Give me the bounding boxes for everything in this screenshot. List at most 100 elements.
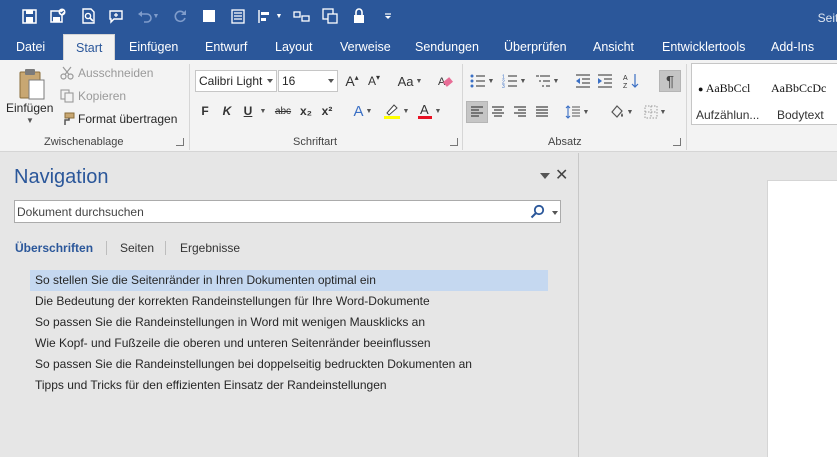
underline-dropdown-icon[interactable]: ▼ [257, 101, 267, 121]
style-name: Aufzählun... [696, 108, 760, 122]
cut-icon[interactable] [58, 65, 76, 81]
tab-headings[interactable]: Überschriften [15, 241, 93, 255]
format-painter-button[interactable]: Format übertragen [78, 112, 177, 126]
italic-button[interactable]: K [220, 101, 234, 121]
clipboard-launcher-icon[interactable] [176, 138, 184, 146]
format-painter-icon[interactable] [58, 111, 76, 127]
save-as-icon[interactable] [48, 6, 68, 26]
group-divider [189, 64, 190, 150]
close-icon[interactable]: ✕ [555, 165, 568, 185]
heading-item[interactable]: So stellen Sie die Seitenränder in Ihren… [30, 270, 548, 291]
layout-icon[interactable] [291, 6, 311, 26]
justify-button[interactable] [532, 101, 552, 123]
font-size-select[interactable]: 16 [278, 70, 338, 92]
group-divider [462, 64, 463, 150]
font-group-label: Schriftart [293, 136, 338, 148]
tab-pages[interactable]: Seiten [120, 241, 154, 255]
tab-einfuegen[interactable]: Einfügen [129, 34, 178, 60]
numbering-button[interactable]: 1 2 3 ▼ [500, 71, 528, 91]
tab-entwurf[interactable]: Entwurf [205, 34, 247, 60]
align-icon[interactable] [255, 6, 275, 26]
subscript-button[interactable]: x₂ [297, 101, 315, 121]
font-launcher-icon[interactable] [450, 138, 458, 146]
lock-icon[interactable] [349, 6, 369, 26]
align-right-button[interactable] [510, 101, 530, 123]
font-name-value: Calibri Light [199, 74, 263, 88]
heading-item[interactable]: Wie Kopf- und Fußzeile die oberen und un… [30, 333, 548, 354]
align-left-button[interactable] [466, 101, 488, 123]
search-box[interactable] [14, 200, 561, 223]
tab-start[interactable]: Start [63, 34, 116, 60]
borders-button[interactable]: ▼ [640, 101, 670, 123]
form-icon[interactable] [228, 6, 248, 26]
tab-layout[interactable]: Layout [275, 34, 313, 60]
clear-formatting-icon[interactable]: A [436, 71, 454, 91]
decrease-indent-icon[interactable] [573, 71, 593, 91]
share-icon[interactable] [320, 6, 340, 26]
navigation-title: Navigation [14, 166, 109, 188]
group-divider [686, 64, 687, 150]
heading-item[interactable]: So passen Sie die Randeinstellungen in W… [30, 312, 548, 333]
highlight-button[interactable]: ▼ [381, 101, 411, 121]
paragraph-launcher-icon[interactable] [673, 138, 681, 146]
print-preview-icon[interactable] [78, 6, 98, 26]
save-icon[interactable] [19, 6, 39, 26]
align-dropdown-icon[interactable]: ▼ [274, 6, 284, 26]
copy-button[interactable]: Kopieren [78, 89, 126, 103]
tab-add-ins[interactable]: Add-Ins [771, 34, 814, 60]
increase-indent-icon[interactable] [595, 71, 615, 91]
show-formatting-marks-button[interactable]: ¶ [659, 70, 681, 92]
font-color-button[interactable]: A ▼ [414, 101, 444, 121]
shrink-font-icon: A [367, 74, 376, 88]
new-doc-icon[interactable] [199, 6, 219, 26]
heading-item[interactable]: So passen Sie die Randeinstellungen bei … [30, 354, 548, 375]
heading-item[interactable]: Die Bedeutung der korrekten Randeinstell… [30, 291, 548, 312]
search-icon[interactable] [530, 204, 545, 222]
tab-results[interactable]: Ergebnisse [180, 241, 240, 255]
sort-icon[interactable]: AZ [621, 71, 641, 91]
customize-icon[interactable] [378, 6, 398, 26]
tab-ueberpruefen[interactable]: Überprüfen [504, 34, 567, 60]
pane-options-icon[interactable] [540, 173, 550, 179]
superscript-button[interactable]: x² [318, 101, 336, 121]
bold-button[interactable]: F [198, 101, 212, 121]
font-name-select[interactable]: Calibri Light [195, 70, 277, 92]
text-effects-button[interactable]: A ▼ [348, 101, 378, 121]
tab-verweise[interactable]: Verweise [340, 34, 391, 60]
undo-dropdown-icon[interactable]: ▼ [152, 6, 160, 26]
paste-button[interactable]: Einfügen [6, 101, 53, 115]
tab-datei[interactable]: Datei [16, 34, 45, 60]
tab-ansicht[interactable]: Ansicht [593, 34, 634, 60]
strikethrough-button[interactable]: abc [272, 101, 294, 121]
multilevel-list-button[interactable]: ▼ [532, 71, 562, 91]
style-name: Bodytext [777, 108, 824, 122]
svg-text:3: 3 [502, 84, 505, 88]
cut-button[interactable]: Ausschneiden [78, 66, 153, 80]
change-case-icon: Aa [397, 73, 414, 89]
tab-entwicklertools[interactable]: Entwicklertools [662, 34, 745, 60]
comment-icon[interactable] [106, 6, 126, 26]
shading-button[interactable]: ▼ [606, 101, 636, 123]
title-bar: ▼ ▼ Seite [0, 0, 837, 34]
underline-button[interactable]: U [241, 101, 255, 121]
shrink-font-button[interactable]: A ▾ [365, 71, 383, 91]
ribbon-tabs: Datei Start Einfügen Entwurf Layout Verw… [0, 34, 837, 60]
change-case-button[interactable]: Aa ▼ [393, 71, 427, 91]
line-spacing-button[interactable]: ▼ [562, 101, 592, 123]
paragraph-group-label: Absatz [548, 136, 582, 148]
paste-icon[interactable] [14, 66, 50, 102]
font-color-icon: A [420, 102, 429, 117]
document-page[interactable] [767, 180, 837, 457]
copy-icon[interactable] [58, 88, 76, 104]
align-center-button[interactable] [488, 101, 508, 123]
tab-sendungen[interactable]: Sendungen [415, 34, 479, 60]
grow-font-button[interactable]: A ▴ [343, 71, 361, 91]
bullets-button[interactable]: ▼ [468, 71, 496, 91]
search-options-icon[interactable] [552, 211, 558, 215]
redo-icon[interactable] [170, 6, 190, 26]
clipboard-group-label: Zwischenablage [44, 136, 124, 148]
heading-item[interactable]: Tipps und Tricks für den effizienten Ein… [30, 375, 548, 396]
search-input[interactable] [17, 202, 517, 221]
paste-dropdown-icon[interactable]: ▼ [26, 116, 34, 125]
headings-list: So stellen Sie die Seitenränder in Ihren… [30, 270, 548, 396]
